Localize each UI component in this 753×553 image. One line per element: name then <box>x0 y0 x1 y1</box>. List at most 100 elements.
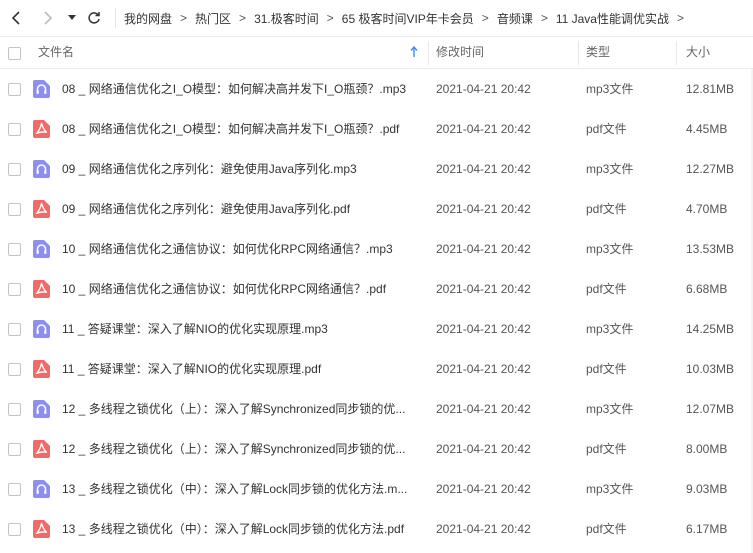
breadcrumb-separator: > <box>481 11 489 25</box>
pdf-file-icon <box>33 360 50 378</box>
breadcrumb-item[interactable]: 我的网盘 <box>124 10 172 27</box>
file-name[interactable]: 10 _ 网络通信优化之通信协议：如何优化RPC网络通信？.pdf <box>62 269 422 309</box>
file-size: 4.70MB <box>686 202 728 216</box>
breadcrumb-item[interactable]: 31.极客时间 <box>254 10 319 27</box>
file-row[interactable]: 10 _ 网络通信优化之通信协议：如何优化RPC网络通信？.mp3 2021-04… <box>0 229 753 269</box>
file-type: pdf文件 <box>586 442 627 456</box>
pdf-file-icon <box>33 280 50 298</box>
refresh-button[interactable] <box>83 7 105 29</box>
file-size: 6.68MB <box>686 282 728 296</box>
file-size: 12.27MB <box>686 162 735 176</box>
file-name[interactable]: 13 _ 多线程之锁优化（中）：深入了解Lock同步锁的优化方法.pdf <box>62 509 422 549</box>
file-type: pdf文件 <box>586 122 627 136</box>
file-row[interactable]: 11 _ 答疑课堂：深入了解NIO的优化实现原理.pdf 2021-04-21 2… <box>0 349 753 389</box>
file-type: pdf文件 <box>586 202 627 216</box>
file-list-header: 文件名 修改时间 类型 大小 <box>0 36 753 69</box>
column-divider[interactable] <box>428 41 429 65</box>
breadcrumb-separator: > <box>326 11 334 25</box>
file-size: 12.07MB <box>686 402 735 416</box>
column-divider[interactable] <box>676 41 677 65</box>
back-button[interactable] <box>5 7 27 29</box>
file-modified-date: 2021-04-21 20:42 <box>436 322 531 336</box>
file-row[interactable]: 13 _ 多线程之锁优化（中）：深入了解Lock同步锁的优化方法.m... 202… <box>0 469 753 509</box>
breadcrumb-separator: > <box>180 11 188 25</box>
audio-file-icon <box>33 480 50 498</box>
row-checkbox[interactable] <box>8 243 21 256</box>
file-size: 4.45MB <box>686 122 728 136</box>
file-row[interactable]: 12 _ 多线程之锁优化（上）：深入了解Synchronized同步锁的优...… <box>0 429 753 469</box>
file-row[interactable]: 13 _ 多线程之锁优化（中）：深入了解Lock同步锁的优化方法.pdf 2021… <box>0 509 753 549</box>
breadcrumb-item[interactable]: 65 极客时间VIP年卡会员 <box>342 10 474 27</box>
file-name[interactable]: 11 _ 答疑课堂：深入了解NIO的优化实现原理.pdf <box>62 349 422 389</box>
row-checkbox[interactable] <box>8 283 21 296</box>
row-checkbox[interactable] <box>8 83 21 96</box>
row-checkbox[interactable] <box>8 523 21 536</box>
row-checkbox[interactable] <box>8 123 21 136</box>
caret-down-icon <box>68 15 76 20</box>
row-checkbox[interactable] <box>8 483 21 496</box>
breadcrumb-separator: > <box>676 11 684 25</box>
file-modified-date: 2021-04-21 20:42 <box>436 122 531 136</box>
file-name[interactable]: 12 _ 多线程之锁优化（上）：深入了解Synchronized同步锁的优... <box>62 389 422 429</box>
row-checkbox[interactable] <box>8 403 21 416</box>
file-name[interactable]: 08 _ 网络通信优化之I_O模型：如何解决高并发下I_O瓶颈？.mp3 <box>62 69 422 109</box>
row-checkbox[interactable] <box>8 203 21 216</box>
file-modified-date: 2021-04-21 20:42 <box>436 162 531 176</box>
row-checkbox[interactable] <box>8 163 21 176</box>
pdf-file-icon <box>33 440 50 458</box>
select-all-checkbox[interactable] <box>8 47 21 60</box>
row-checkbox[interactable] <box>8 323 21 336</box>
file-name[interactable]: 12 _ 多线程之锁优化（上）：深入了解Synchronized同步锁的优... <box>62 429 422 469</box>
file-size: 9.03MB <box>686 482 728 496</box>
breadcrumb-item[interactable]: 音频课 <box>497 10 533 27</box>
file-type: pdf文件 <box>586 522 627 536</box>
file-row[interactable]: 12 _ 多线程之锁优化（上）：深入了解Synchronized同步锁的优...… <box>0 389 753 429</box>
column-header-size[interactable]: 大小 <box>686 37 710 68</box>
nav-divider <box>115 8 116 28</box>
column-divider[interactable] <box>578 41 579 65</box>
audio-file-icon <box>33 320 50 338</box>
sort-ascending-icon[interactable] <box>410 46 418 58</box>
file-name[interactable]: 10 _ 网络通信优化之通信协议：如何优化RPC网络通信？.mp3 <box>62 229 422 269</box>
row-checkbox[interactable] <box>8 443 21 456</box>
forward-button[interactable] <box>37 7 59 29</box>
file-modified-date: 2021-04-21 20:42 <box>436 482 531 496</box>
file-modified-date: 2021-04-21 20:42 <box>436 242 531 256</box>
column-header-modified[interactable]: 修改时间 <box>436 37 484 68</box>
file-row[interactable]: 09 _ 网络通信优化之序列化：避免使用Java序列化.mp3 2021-04-2… <box>0 149 753 189</box>
file-size: 14.25MB <box>686 322 735 336</box>
file-type: mp3文件 <box>586 162 634 176</box>
file-row[interactable]: 08 _ 网络通信优化之I_O模型：如何解决高并发下I_O瓶颈？.mp3 2021… <box>0 69 753 109</box>
breadcrumb: 我的网盘 > 热门区 > 31.极客时间 > 65 极客时间VIP年卡会员 > … <box>124 10 692 27</box>
file-row[interactable]: 10 _ 网络通信优化之通信协议：如何优化RPC网络通信？.pdf 2021-04… <box>0 269 753 309</box>
file-name[interactable]: 09 _ 网络通信优化之序列化：避免使用Java序列化.pdf <box>62 189 422 229</box>
file-modified-date: 2021-04-21 20:42 <box>436 442 531 456</box>
chevron-left-icon <box>11 11 20 25</box>
column-header-type[interactable]: 类型 <box>586 37 610 68</box>
file-name[interactable]: 08 _ 网络通信优化之I_O模型：如何解决高并发下I_O瓶颈？.pdf <box>62 109 422 149</box>
navigation-bar: 我的网盘 > 热门区 > 31.极客时间 > 65 极客时间VIP年卡会员 > … <box>0 0 753 36</box>
file-modified-date: 2021-04-21 20:42 <box>436 82 531 96</box>
file-name[interactable]: 13 _ 多线程之锁优化（中）：深入了解Lock同步锁的优化方法.m... <box>62 469 422 509</box>
file-row[interactable]: 08 _ 网络通信优化之I_O模型：如何解决高并发下I_O瓶颈？.pdf 2021… <box>0 109 753 149</box>
file-size: 8.00MB <box>686 442 728 456</box>
file-row[interactable]: 09 _ 网络通信优化之序列化：避免使用Java序列化.pdf 2021-04-2… <box>0 189 753 229</box>
audio-file-icon <box>33 80 50 98</box>
file-name[interactable]: 09 _ 网络通信优化之序列化：避免使用Java序列化.mp3 <box>62 149 422 189</box>
audio-file-icon <box>33 240 50 258</box>
file-size: 13.53MB <box>686 242 735 256</box>
file-type: mp3文件 <box>586 322 634 336</box>
file-name[interactable]: 11 _ 答疑课堂：深入了解NIO的优化实现原理.mp3 <box>62 309 422 349</box>
file-type: mp3文件 <box>586 402 634 416</box>
file-type: mp3文件 <box>586 482 634 496</box>
breadcrumb-item[interactable]: 热门区 <box>195 10 231 27</box>
pdf-file-icon <box>33 200 50 218</box>
file-modified-date: 2021-04-21 20:42 <box>436 522 531 536</box>
breadcrumb-item-current[interactable]: 11 Java性能调优实战 <box>556 10 669 27</box>
file-row[interactable]: 11 _ 答疑课堂：深入了解NIO的优化实现原理.mp3 2021-04-21 2… <box>0 309 753 349</box>
history-dropdown-button[interactable] <box>65 7 79 29</box>
audio-file-icon <box>33 400 50 418</box>
refresh-icon <box>88 12 100 24</box>
column-header-name[interactable]: 文件名 <box>38 37 74 68</box>
row-checkbox[interactable] <box>8 363 21 376</box>
